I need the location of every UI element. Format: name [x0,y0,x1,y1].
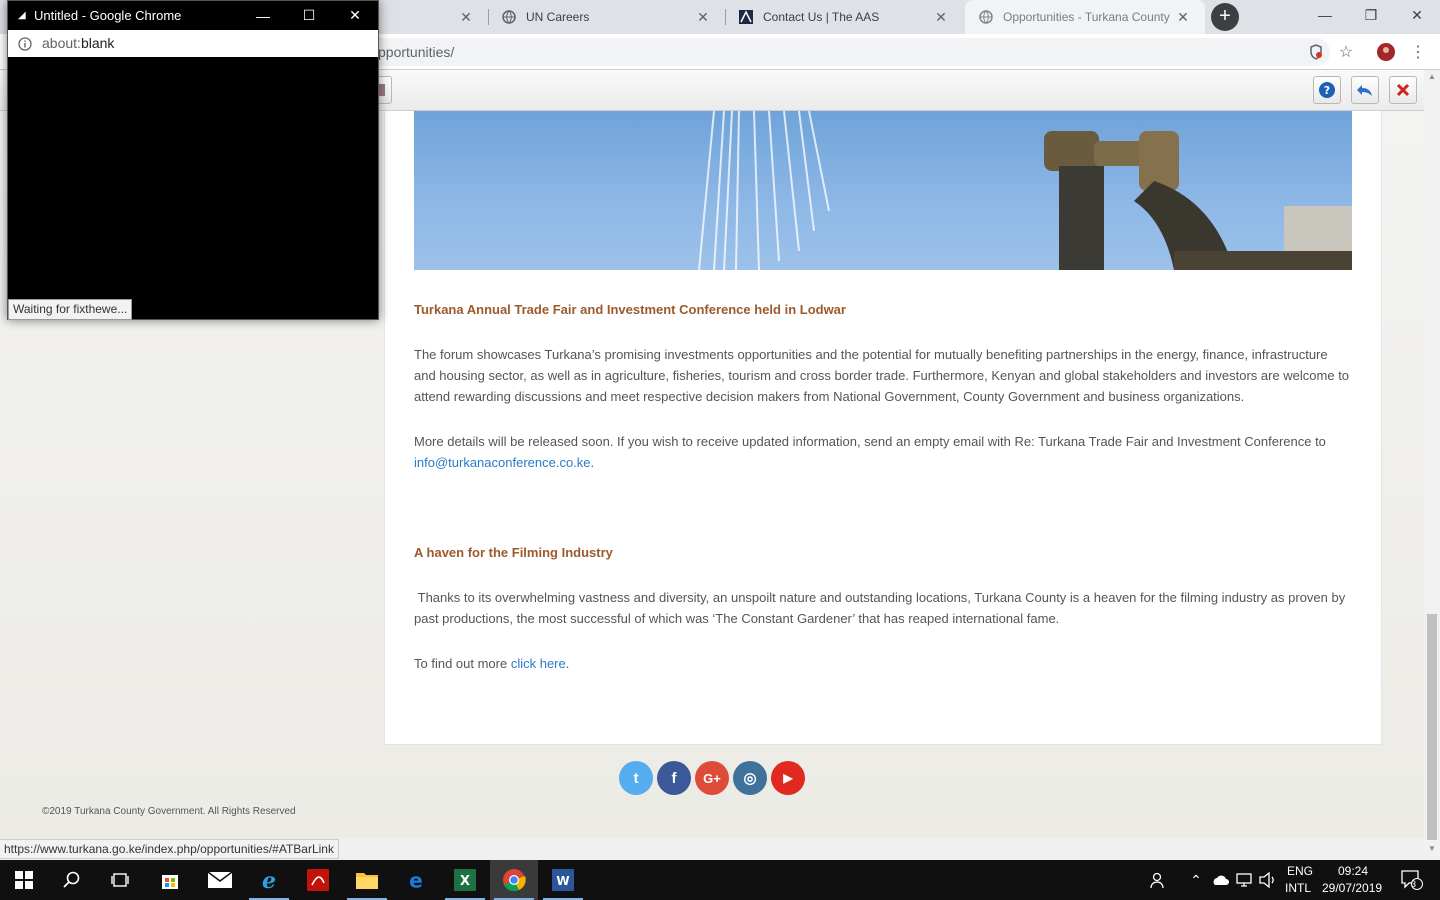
paragraph-text: More details will be released soon. If y… [414,434,1326,449]
popup-address-bar[interactable]: about:blank [8,30,378,57]
close-icon[interactable]: ✕ [933,9,949,26]
url-text: pportunities/ [378,44,455,60]
tab-opportunities[interactable]: Opportunities - Turkana County ✕ [965,0,1205,34]
people-icon[interactable] [1138,860,1178,900]
popup-maximize-icon[interactable]: ☐ [286,1,332,30]
undo-icon[interactable] [1351,76,1379,104]
search-icon[interactable] [48,860,96,900]
close-atbar-icon[interactable] [1389,76,1417,104]
language-indicator[interactable]: ENG [1287,864,1313,878]
windows-start-icon[interactable] [0,860,48,900]
mail-icon[interactable] [196,860,244,900]
instagram-icon[interactable]: ◎ [733,761,767,795]
youtube-glyph: ▶ [783,771,793,785]
paragraph-forum: The forum showcases Turkana’s promising … [414,347,1350,404]
chrome-icon[interactable] [490,860,538,900]
shield-blocked-icon[interactable] [1306,42,1326,62]
chevron-up-icon[interactable]: ⌃ [1184,860,1208,900]
footer-copyright: ©2019 Turkana County Government. All Rig… [42,806,296,817]
svg-text:e: e [409,869,423,891]
status-url-bubble: https://www.turkana.go.ke/index.php/oppo… [0,839,339,859]
restore-icon[interactable]: ❐ [1348,0,1394,30]
paragraph-more-details: More details will be released soon. If y… [414,431,1352,473]
internet-explorer-icon[interactable]: e [245,860,293,900]
new-tab-button[interactable]: + [1211,3,1239,31]
popup-title-text: Untitled - Google Chrome [34,8,182,23]
file-explorer-icon[interactable] [343,860,391,900]
tab-hidden[interactable]: ✕ [380,0,488,34]
windows-taskbar: e e X W ⌃ ENG INTL 09:24 29/07/2019 3 [0,860,1440,900]
scroll-down-arrow-icon[interactable]: ▼ [1424,842,1440,856]
popup-status-bubble: Waiting for fixthewe... [8,299,133,320]
tab-contact-aas[interactable]: Contact Us | The AAS ✕ [725,0,963,34]
svg-text:?: ? [1324,84,1330,97]
section-title-trade-fair: Turkana Annual Trade Fair and Investment… [414,302,846,317]
bookmark-star-icon[interactable]: ☆ [1336,42,1356,62]
excel-icon[interactable]: X [441,860,489,900]
edge-icon[interactable]: e [392,860,440,900]
close-window-icon[interactable]: ✕ [1394,0,1440,30]
scroll-up-arrow-icon[interactable]: ▲ [1424,70,1440,84]
network-icon[interactable] [1232,860,1256,900]
instagram-glyph: ◎ [743,770,757,787]
clock-time[interactable]: 09:24 [1338,864,1368,878]
svg-text:W: W [556,874,569,888]
tab-un-careers[interactable]: UN Careers ✕ [488,0,725,34]
google-plus-icon[interactable]: G+ [695,761,729,795]
paragraph-filming: Thanks to its overwhelming vastness and … [414,590,1349,626]
svg-text:e: e [262,868,276,892]
popup-close-icon[interactable]: ✕ [332,1,378,30]
section-title-filming: A haven for the Filming Industry [414,545,613,560]
globe-icon [502,10,516,24]
minimize-icon[interactable]: — [1302,0,1348,30]
chrome-app-icon: ◢ [18,10,26,21]
youtube-icon[interactable]: ▶ [771,761,805,795]
close-icon[interactable]: ✕ [458,9,474,26]
popup-minimize-icon[interactable]: — [240,1,286,30]
globe-icon [979,10,993,24]
acrobat-icon[interactable] [294,860,342,900]
menu-kebab-icon[interactable]: ⋮ [1408,42,1428,62]
close-icon[interactable]: ✕ [1175,9,1191,26]
tab-title: Opportunities - Turkana County [1003,10,1170,24]
svg-text:X: X [460,874,470,889]
popup-window: ◢ Untitled - Google Chrome — ☐ ✕ about:b… [7,0,379,320]
paragraph-find-out: To find out more click here. [414,653,1352,674]
address-bar[interactable]: pportunities/ [300,38,1330,66]
twitter-glyph: t [633,769,639,787]
aas-logo-icon [739,10,753,24]
facebook-glyph: f [671,769,677,787]
email-link[interactable]: info@turkanaconference.co.ke [414,455,591,470]
paragraph-end: . [565,656,570,671]
paragraph-end: . [590,455,595,470]
keyboard-layout-indicator[interactable]: INTL [1285,881,1311,895]
hero-image-water-pipe [414,111,1352,270]
twitter-icon[interactable]: t [619,761,653,795]
click-here-link[interactable]: click here [511,656,566,671]
info-icon[interactable] [18,30,32,57]
facebook-icon[interactable]: f [657,761,691,795]
paragraph-text: To find out more [414,656,511,671]
volume-icon[interactable] [1256,860,1280,900]
profile-avatar[interactable] [1376,42,1396,62]
scroll-thumb[interactable] [1427,614,1437,840]
tab-title: Contact Us | The AAS [763,10,880,24]
google-plus-glyph: G+ [703,770,721,786]
word-icon[interactable]: W [539,860,587,900]
onedrive-cloud-icon[interactable] [1208,860,1232,900]
close-icon[interactable]: ✕ [695,9,711,26]
help-icon[interactable]: ? [1313,76,1341,104]
clock-date[interactable]: 29/07/2019 [1322,881,1382,895]
popup-url-path: blank [80,35,115,51]
page-scrollbar[interactable]: ▲ ▼ [1424,70,1440,856]
popup-url-scheme: about: [42,35,81,51]
notification-center-icon[interactable]: 3 [1392,860,1432,900]
tab-title: UN Careers [526,10,590,24]
task-view-icon[interactable] [96,860,144,900]
notification-count: 3 [1411,879,1417,889]
store-icon[interactable] [146,860,194,900]
